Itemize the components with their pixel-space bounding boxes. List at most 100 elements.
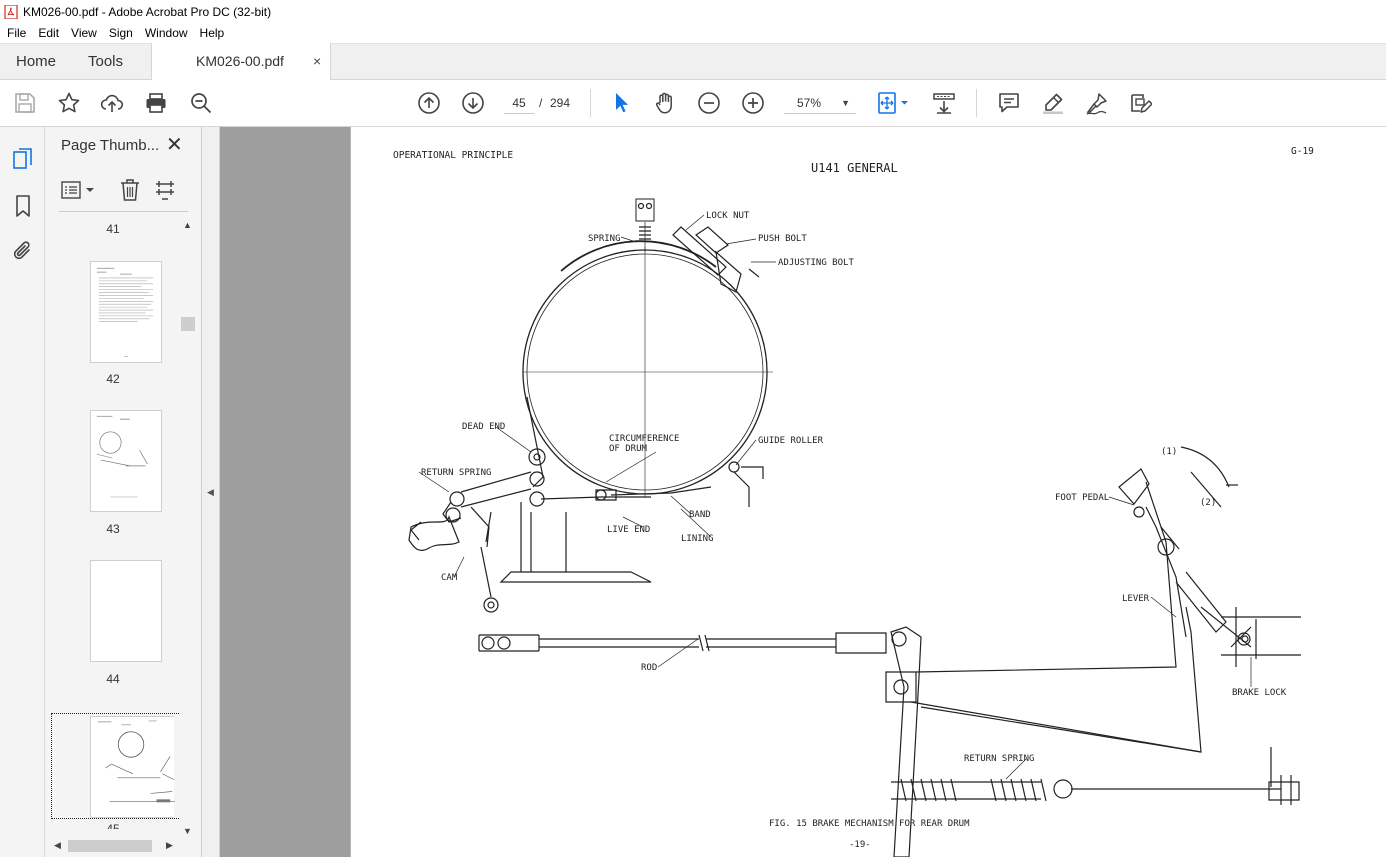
scroll-left-arrow-icon[interactable]: ◀ <box>54 840 61 851</box>
scroll-right-arrow-icon[interactable]: ▶ <box>166 840 173 851</box>
scroll-up-arrow-icon[interactable]: ▲ <box>183 220 192 230</box>
label-return-spring-bottom: RETURN SPRING <box>964 754 1034 764</box>
collapse-panel-arrow-icon[interactable]: ◀ <box>207 487 214 498</box>
label-foot-pedal: FOOT PEDAL <box>1055 493 1109 503</box>
search-zoom-icon[interactable] <box>189 91 213 115</box>
chevron-down-icon: ▼ <box>841 98 850 108</box>
menu-file[interactable]: File <box>1 23 32 43</box>
delete-page-icon[interactable] <box>119 178 141 202</box>
toolbar-divider <box>590 89 591 117</box>
scrollbar-thumb[interactable] <box>68 840 152 852</box>
zoom-out-icon[interactable] <box>697 91 721 115</box>
label-dead-end: DEAD END <box>462 422 505 432</box>
thumbnail-preview <box>97 720 179 803</box>
print-icon[interactable] <box>144 91 168 115</box>
hand-icon[interactable] <box>653 91 677 115</box>
label-lock-nut: LOCK NUT <box>706 211 750 221</box>
scrollbar-thumb[interactable] <box>181 317 195 331</box>
document-viewport[interactable]: OPERATIONAL PRINCIPLE U141 GENERAL G-19 <box>220 127 1386 857</box>
left-navigation-rail <box>0 127 45 857</box>
window-title: KM026-00.pdf - Adobe Acrobat Pro DC (32-… <box>23 4 272 19</box>
brake-mechanism-drawing: OPERATIONAL PRINCIPLE U141 GENERAL G-19 <box>393 146 1314 857</box>
options-menu-icon[interactable] <box>61 179 97 201</box>
label-lining: LINING <box>681 534 714 544</box>
label-spring: SPRING <box>588 234 621 244</box>
toolbar-divider <box>976 89 977 117</box>
menu-help[interactable]: Help <box>194 23 231 43</box>
header-right: G-19 <box>1291 146 1314 157</box>
menu-window[interactable]: Window <box>139 23 194 43</box>
page-thumbnails-panel: Page Thumb... ✕ 41 42 43 44 45 ▲ ▼ ◀ ▶ <box>45 127 202 857</box>
thumbnail-page-number: 41 <box>106 222 120 236</box>
page-number-input[interactable]: 45 <box>504 92 534 114</box>
page-thumbnails-icon[interactable] <box>11 147 35 171</box>
label-circumference-2: OF DRUM <box>609 444 648 454</box>
scroll-mode-icon[interactable] <box>932 91 956 115</box>
comment-icon[interactable] <box>997 91 1021 115</box>
star-icon[interactable] <box>57 91 81 115</box>
pdf-page: OPERATIONAL PRINCIPLE U141 GENERAL G-19 <box>350 127 1386 857</box>
edit-pdf-icon[interactable] <box>1128 91 1152 115</box>
label-push-bolt: PUSH BOLT <box>758 234 807 244</box>
thumbnail-vertical-scrollbar[interactable]: ▲ ▼ <box>180 220 196 836</box>
upload-icon[interactable] <box>100 91 124 115</box>
thumbnail-preview <box>96 415 148 498</box>
page-thumbnail[interactable] <box>90 410 162 512</box>
panel-splitter[interactable]: ◀ <box>202 127 220 857</box>
document-tab-label: KM026-00.pdf <box>196 53 284 69</box>
label-adjusting-bolt: ADJUSTING BOLT <box>778 258 854 268</box>
thumbnail-page-number: 43 <box>106 522 120 536</box>
close-panel-button[interactable]: ✕ <box>166 135 183 155</box>
title-bar: KM026-00.pdf - Adobe Acrobat Pro DC (32-… <box>0 0 1386 23</box>
main-toolbar: 45 / 294 57% ▼ <box>0 80 1386 127</box>
menu-edit[interactable]: Edit <box>32 23 65 43</box>
label-brake-lock: BRAKE LOCK <box>1232 688 1287 698</box>
panel-divider <box>59 211 188 212</box>
page-separator: / <box>539 96 543 110</box>
zoom-in-icon[interactable] <box>741 91 765 115</box>
menu-bar: File Edit View Sign Window Help <box>0 23 1386 43</box>
tab-document[interactable]: KM026-00.pdf × <box>151 43 331 81</box>
header-center: U141 GENERAL <box>811 161 898 175</box>
attachment-icon[interactable] <box>11 239 35 263</box>
page-thumbnail[interactable] <box>90 261 162 363</box>
highlight-icon[interactable] <box>1041 91 1065 115</box>
thumbnail-page-number: 45 <box>106 822 120 829</box>
zoom-level-value: 57% <box>797 96 822 110</box>
drum-group <box>408 198 1301 857</box>
label-position-1: (1) <box>1161 447 1177 457</box>
page-up-icon[interactable] <box>417 91 441 115</box>
panel-title: Page Thumb... <box>61 137 160 154</box>
zoom-level-select[interactable]: 57% ▼ <box>784 92 856 114</box>
label-return-spring-top: RETURN SPRING <box>421 468 491 478</box>
thumbnail-horizontal-scrollbar[interactable]: ◀ ▶ <box>51 837 179 855</box>
select-cursor-icon[interactable] <box>609 91 633 115</box>
tab-home[interactable]: Home <box>16 44 56 80</box>
label-lever: LEVER <box>1122 594 1150 604</box>
close-tab-button[interactable]: × <box>313 43 321 80</box>
page-thumbnail[interactable] <box>90 560 162 662</box>
acrobat-app-icon <box>4 4 18 19</box>
acrobat-window: KM026-00.pdf - Adobe Acrobat Pro DC (32-… <box>0 0 1386 857</box>
sign-icon[interactable] <box>1085 91 1109 115</box>
tab-tools[interactable]: Tools <box>88 44 123 80</box>
bookmark-icon[interactable] <box>11 194 35 218</box>
thumbnail-page-number: 42 <box>106 372 120 386</box>
page-thumbnail-selected[interactable] <box>90 716 179 818</box>
menu-view[interactable]: View <box>65 23 103 43</box>
thumbnail-list: 41 42 43 44 45 <box>45 213 180 829</box>
total-pages: 294 <box>550 96 571 110</box>
thumbnail-toolbar <box>59 177 189 203</box>
thumbnail-page-number: 44 <box>106 672 120 686</box>
label-guide-roller: GUIDE ROLLER <box>758 436 824 446</box>
menu-sign[interactable]: Sign <box>103 23 139 43</box>
page-footer: -19- <box>849 840 871 850</box>
label-live-end: LIVE END <box>607 525 650 535</box>
thumbnail-preview <box>96 267 154 358</box>
fit-page-icon[interactable] <box>876 91 912 115</box>
page-down-icon[interactable] <box>461 91 485 115</box>
save-icon[interactable] <box>13 91 37 115</box>
rotate-page-icon[interactable] <box>153 178 177 202</box>
scroll-down-arrow-icon[interactable]: ▼ <box>183 826 192 836</box>
tab-bar: Home Tools KM026-00.pdf × <box>0 43 1386 81</box>
